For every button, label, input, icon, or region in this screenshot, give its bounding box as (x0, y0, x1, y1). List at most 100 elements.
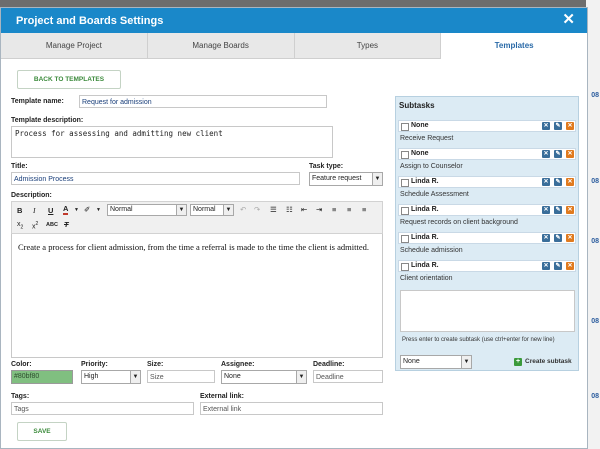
tags-label: Tags: (11, 393, 30, 400)
outdent-icon[interactable]: ⇤ (301, 205, 307, 214)
subtask-name: Client orientation (400, 275, 453, 282)
delete-icon[interactable]: ✕ (542, 234, 550, 242)
edit-icon[interactable]: ✎ (554, 178, 562, 186)
remove-icon[interactable]: ✕ (566, 262, 574, 270)
subtask-row: Linda R. ✕ ✎ ✕ (398, 204, 576, 216)
bullet-list-icon[interactable]: ☰ (270, 205, 277, 214)
delete-icon[interactable]: ✕ (542, 150, 550, 158)
color-picker[interactable]: #80bf80 (11, 370, 73, 384)
create-subtask-label: Create subtask (525, 358, 572, 365)
title-label: Title: (11, 163, 28, 170)
tags-input[interactable]: Tags (11, 402, 194, 415)
subtask-assignee-select[interactable]: None ▼ (400, 355, 472, 369)
title-input[interactable]: Admission Process (11, 172, 300, 185)
clear-format-icon[interactable]: T (64, 220, 69, 229)
description-toolbar: B I U A ▼ ✐ ▼ Normal ▼ Normal ▼ ↶ ↷ ☰ ☷ … (11, 201, 383, 234)
subtask-assignee: Linda R. (411, 234, 439, 241)
task-type-select[interactable]: Feature request ▼ (309, 172, 383, 186)
indent-icon[interactable]: ⇥ (316, 205, 322, 214)
deadline-label: Deadline: (313, 361, 345, 368)
tab-manage-project[interactable]: Manage Project (1, 33, 148, 58)
close-icon[interactable]: ✕ (562, 11, 575, 28)
plus-icon: + (514, 358, 522, 366)
chevron-down-icon: ▼ (461, 356, 471, 368)
font-family-select[interactable]: Normal ▼ (107, 204, 187, 216)
description-label: Description: (11, 192, 52, 199)
tab-templates[interactable]: Templates (441, 33, 587, 59)
subscript-icon[interactable]: x2 (17, 221, 23, 230)
edit-icon[interactable]: ✎ (554, 122, 562, 130)
subtask-checkbox[interactable] (401, 263, 409, 271)
subtask-checkbox[interactable] (401, 123, 409, 131)
save-button[interactable]: SAVE (17, 422, 67, 441)
chevron-down-icon[interactable]: ▼ (74, 207, 79, 213)
subtask-checkbox[interactable] (401, 179, 409, 187)
chevron-down-icon: ▼ (223, 205, 233, 215)
chevron-down-icon: ▼ (130, 371, 140, 383)
task-type-label: Task type: (309, 163, 344, 170)
settings-dialog: Project and Boards Settings ✕ Manage Pro… (0, 7, 588, 449)
underline-icon[interactable]: U (48, 206, 53, 215)
undo-icon[interactable]: ↶ (240, 205, 246, 214)
remove-icon[interactable]: ✕ (566, 150, 574, 158)
new-subtask-input[interactable] (400, 290, 575, 332)
size-label: Size: (147, 361, 164, 368)
assignee-label: Assignee: (221, 361, 255, 368)
numbered-list-icon[interactable]: ☷ (286, 205, 293, 214)
edit-icon[interactable]: ✎ (554, 150, 562, 158)
external-link-input[interactable]: External link (200, 402, 383, 415)
size-input[interactable]: Size (147, 370, 215, 383)
subtask-row: Linda R. ✕ ✎ ✕ (398, 176, 576, 188)
back-to-templates-button[interactable]: BACK TO TEMPLATES (17, 70, 121, 89)
bold-icon[interactable]: B (17, 206, 22, 215)
template-description-input[interactable]: Process for assessing and admitting new … (11, 126, 333, 158)
highlight-icon[interactable]: ✐ (84, 205, 90, 214)
subtask-assignee: Linda R. (411, 206, 439, 213)
assignee-value: None (224, 373, 241, 380)
task-type-value: Feature request (312, 175, 362, 182)
remove-icon[interactable]: ✕ (566, 206, 574, 214)
redo-icon[interactable]: ↷ (254, 205, 260, 214)
edit-icon[interactable]: ✎ (554, 262, 562, 270)
align-left-icon[interactable]: ≡ (332, 205, 336, 214)
font-size-select[interactable]: Normal ▼ (190, 204, 234, 216)
remove-icon[interactable]: ✕ (566, 122, 574, 130)
remove-icon[interactable]: ✕ (566, 178, 574, 186)
subtask-assignee: None (411, 150, 429, 157)
delete-icon[interactable]: ✕ (542, 206, 550, 214)
text-color-icon[interactable]: A (63, 205, 69, 215)
deadline-input[interactable]: Deadline (313, 370, 383, 383)
edit-icon[interactable]: ✎ (554, 206, 562, 214)
assignee-select[interactable]: None ▼ (221, 370, 307, 384)
priority-label: Priority: (81, 361, 108, 368)
tab-manage-boards[interactable]: Manage Boards (148, 33, 295, 58)
superscript-icon[interactable]: x2 (32, 221, 38, 230)
create-subtask-button[interactable]: + Create subtask (514, 358, 572, 366)
template-name-input[interactable]: Request for admission (79, 95, 327, 108)
align-right-icon[interactable]: ≡ (362, 205, 366, 214)
italic-icon[interactable]: I (33, 206, 36, 215)
subtask-checkbox[interactable] (401, 151, 409, 159)
description-editor[interactable]: Create a process for client admission, f… (11, 234, 383, 358)
subtask-checkbox[interactable] (401, 207, 409, 215)
color-label: Color: (11, 361, 32, 368)
remove-icon[interactable]: ✕ (566, 234, 574, 242)
subtask-assignee: Linda R. (411, 262, 439, 269)
subtask-row: None ✕ ✎ ✕ (398, 148, 576, 160)
delete-icon[interactable]: ✕ (542, 122, 550, 130)
delete-icon[interactable]: ✕ (542, 262, 550, 270)
chevron-down-icon: ▼ (176, 205, 186, 215)
subtask-checkbox[interactable] (401, 235, 409, 243)
subtask-assignee: None (411, 122, 429, 129)
edit-icon[interactable]: ✎ (554, 234, 562, 242)
subtask-row: Linda R. ✕ ✎ ✕ (398, 232, 576, 244)
chevron-down-icon: ▼ (296, 371, 306, 383)
chevron-down-icon[interactable]: ▼ (96, 207, 101, 213)
tab-types[interactable]: Types (295, 33, 442, 58)
spellcheck-icon[interactable]: ABC (46, 222, 58, 228)
priority-select[interactable]: High ▼ (81, 370, 141, 384)
subtask-name: Schedule Assessment (400, 191, 469, 198)
align-center-icon[interactable]: ≡ (347, 205, 351, 214)
delete-icon[interactable]: ✕ (542, 178, 550, 186)
subtasks-heading: Subtasks (399, 101, 435, 110)
